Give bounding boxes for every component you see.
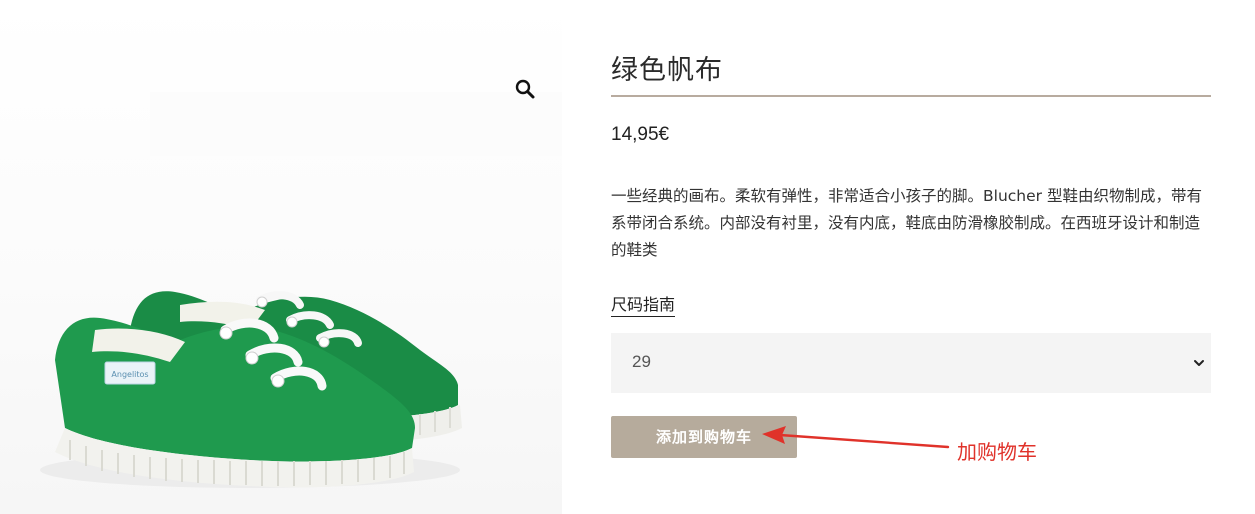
product-gallery: Angelitos [0, 0, 562, 514]
product-description: 一些经典的画布。柔软有弹性，非常适合小孩子的脚。Blucher 型鞋由织物制成，… [611, 187, 1202, 259]
size-select-value: 29 [632, 352, 651, 371]
annotation-arrow [762, 426, 950, 449]
title-divider [611, 95, 1211, 97]
product-image: Angelitos [40, 92, 562, 488]
size-guide-link[interactable]: 尺码指南 [611, 294, 676, 317]
chevron-down-icon [1194, 360, 1204, 366]
annotation-label: 加购物车 [957, 440, 1037, 464]
size-select[interactable]: 29 [611, 333, 1211, 393]
shoe-label-text: Angelitos [111, 370, 148, 379]
product-price: 14,95€ [611, 124, 670, 145]
zoom-button[interactable] [510, 74, 540, 104]
magnifier-icon [515, 79, 535, 99]
product-title: 绿色帆布 [611, 55, 723, 86]
product-page: Angelitos 绿色帆布 14,95€ 一些经典的画布。柔软有弹性，非常适合… [0, 0, 1255, 514]
